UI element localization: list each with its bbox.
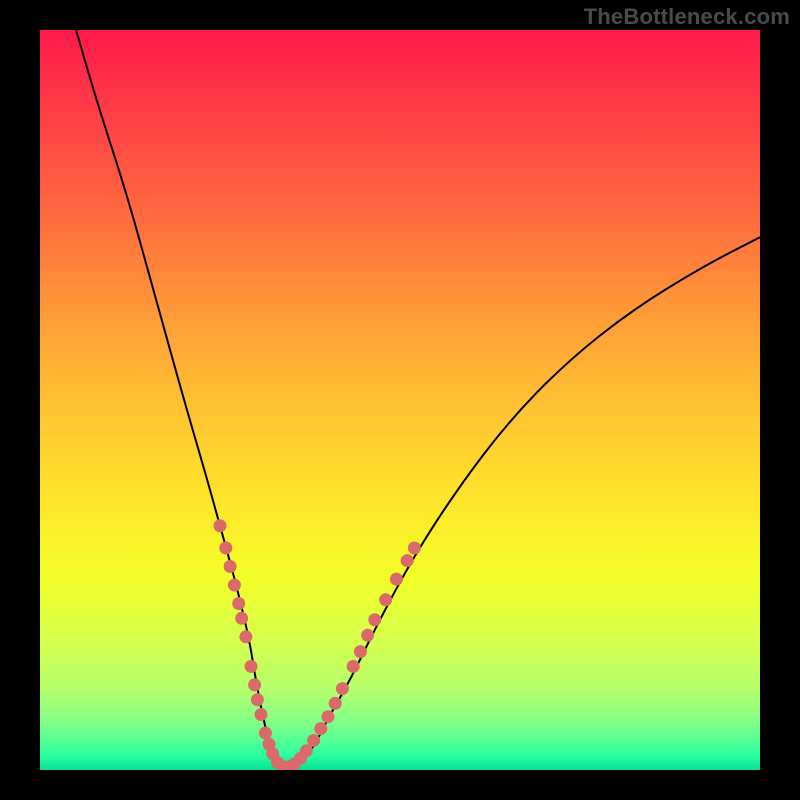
curve-marker [322, 710, 335, 723]
curve-marker [214, 519, 227, 532]
curve-marker [379, 593, 392, 606]
chart-frame: TheBottleneck.com [0, 0, 800, 800]
curve-marker [245, 660, 258, 673]
curve-marker [307, 734, 320, 747]
curve-marker [347, 660, 360, 673]
curve-marker [361, 629, 374, 642]
curve-markers-group [214, 519, 421, 770]
curve-marker [224, 560, 237, 573]
chart-svg [40, 30, 760, 770]
curve-marker [259, 727, 272, 740]
curve-marker [235, 612, 248, 625]
curve-marker [329, 697, 342, 710]
curve-marker [401, 554, 414, 567]
curve-marker [354, 645, 367, 658]
curve-marker [251, 693, 264, 706]
plot-area [40, 30, 760, 770]
curve-marker [232, 597, 245, 610]
curve-marker [336, 682, 349, 695]
curve-marker [219, 542, 232, 555]
curve-marker [314, 722, 327, 735]
watermark-label: TheBottleneck.com [584, 4, 790, 30]
curve-marker [239, 630, 252, 643]
curve-marker [368, 613, 381, 626]
curve-marker [408, 542, 421, 555]
curve-marker [255, 708, 268, 721]
curve-marker [390, 573, 403, 586]
curve-marker [248, 678, 261, 691]
curve-marker [228, 579, 241, 592]
bottleneck-curve [76, 30, 760, 768]
